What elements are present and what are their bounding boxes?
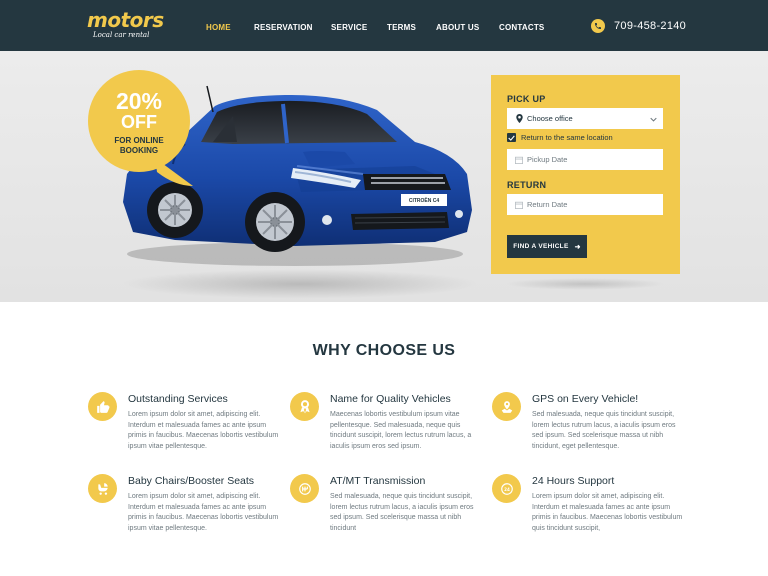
phone-icon xyxy=(591,19,605,33)
return-label: RETURN xyxy=(507,180,547,190)
feature-text: Sed malesuada, neque quis tincidunt susc… xyxy=(330,493,474,532)
site-header: motors Local car rental HOME RESERVATION… xyxy=(0,0,768,51)
same-location-label: Return to the same location xyxy=(521,133,613,142)
svg-text:24: 24 xyxy=(504,486,510,491)
return-date-field[interactable]: Return Date xyxy=(507,194,663,215)
feature-title: Outstanding Services xyxy=(128,393,228,405)
check-icon xyxy=(508,135,515,141)
why-choose-us-title: WHY CHOOSE US xyxy=(312,342,456,359)
pickup-label: PICK UP xyxy=(507,94,546,104)
find-vehicle-label: FIND A VEHICLE xyxy=(513,243,569,250)
same-location-row: Return to the same location xyxy=(507,133,613,142)
nav-service[interactable]: SERVICE xyxy=(331,23,367,32)
nav-about-us[interactable]: ABOUT US xyxy=(436,23,479,32)
return-date-placeholder: Return Date xyxy=(527,200,568,209)
award-icon xyxy=(290,392,319,421)
location-pin-icon xyxy=(511,114,527,123)
promo-percent: 20% xyxy=(115,88,163,114)
logo-text: motors xyxy=(87,8,164,32)
feature-title: GPS on Every Vehicle! xyxy=(532,393,639,405)
baby-stroller-icon xyxy=(88,474,117,503)
office-select[interactable]: Choose office xyxy=(507,108,663,129)
feature-text: Lorem ipsum dolor sit amet, adipiscing e… xyxy=(532,493,683,532)
phone-number: 709-458-2140 xyxy=(614,20,687,32)
promo-badge: 20% OFF FOR ONLINE BOOKING xyxy=(88,70,190,172)
map-pin-icon xyxy=(492,392,521,421)
feature-text: Maecenas lobortis vestibulum ipsum vitae… xyxy=(330,411,472,450)
same-location-checkbox[interactable] xyxy=(507,133,516,142)
car-shadow xyxy=(120,269,480,299)
find-vehicle-button[interactable]: FIND A VEHICLE ➜ xyxy=(507,235,587,258)
logo-tagline: Local car rental xyxy=(93,31,150,39)
promo-line-1: FOR ONLINE xyxy=(114,136,164,145)
pickup-date-placeholder: Pickup Date xyxy=(527,155,568,164)
booking-form: PICK UP Choose office Return to the same… xyxy=(491,75,680,274)
logo[interactable]: motors Local car rental xyxy=(87,10,164,40)
feature-title: Name for Quality Vehicles xyxy=(330,393,451,405)
chevron-down-icon xyxy=(650,115,657,124)
pickup-date-field[interactable]: Pickup Date xyxy=(507,149,663,170)
nav-reservation[interactable]: RESERVATION xyxy=(254,23,313,32)
feature-title: AT/MT Transmission xyxy=(330,475,426,487)
arrow-right-icon: ➜ xyxy=(574,243,581,251)
nav-terms[interactable]: TERMS xyxy=(387,23,416,32)
feature-text: Lorem ipsum dolor sit amet, adipiscing e… xyxy=(128,411,279,450)
feature-title: 24 Hours Support xyxy=(532,475,615,487)
thumbs-up-icon xyxy=(88,392,117,421)
promo-line-2: BOOKING xyxy=(119,146,159,155)
nav-contacts[interactable]: CONTACTS xyxy=(499,23,544,32)
calendar-icon xyxy=(511,201,527,209)
office-select-value: Choose office xyxy=(527,114,573,123)
feature-text: Sed malesuada, neque quis tincidunt susc… xyxy=(532,411,676,450)
feature-title: Baby Chairs/Booster Seats xyxy=(128,475,255,487)
form-shadow xyxy=(505,278,665,290)
calendar-icon xyxy=(511,156,527,164)
transmission-icon xyxy=(290,474,319,503)
promo-off: OFF xyxy=(121,112,157,132)
clock-24-icon: 24 xyxy=(492,474,521,503)
car-plate: CITROËN C4 xyxy=(402,196,446,206)
nav-home[interactable]: HOME xyxy=(206,23,231,32)
feature-text: Lorem ipsum dolor sit amet, adipiscing e… xyxy=(128,493,279,532)
phone-contact[interactable]: 709-458-2140 xyxy=(591,19,686,33)
